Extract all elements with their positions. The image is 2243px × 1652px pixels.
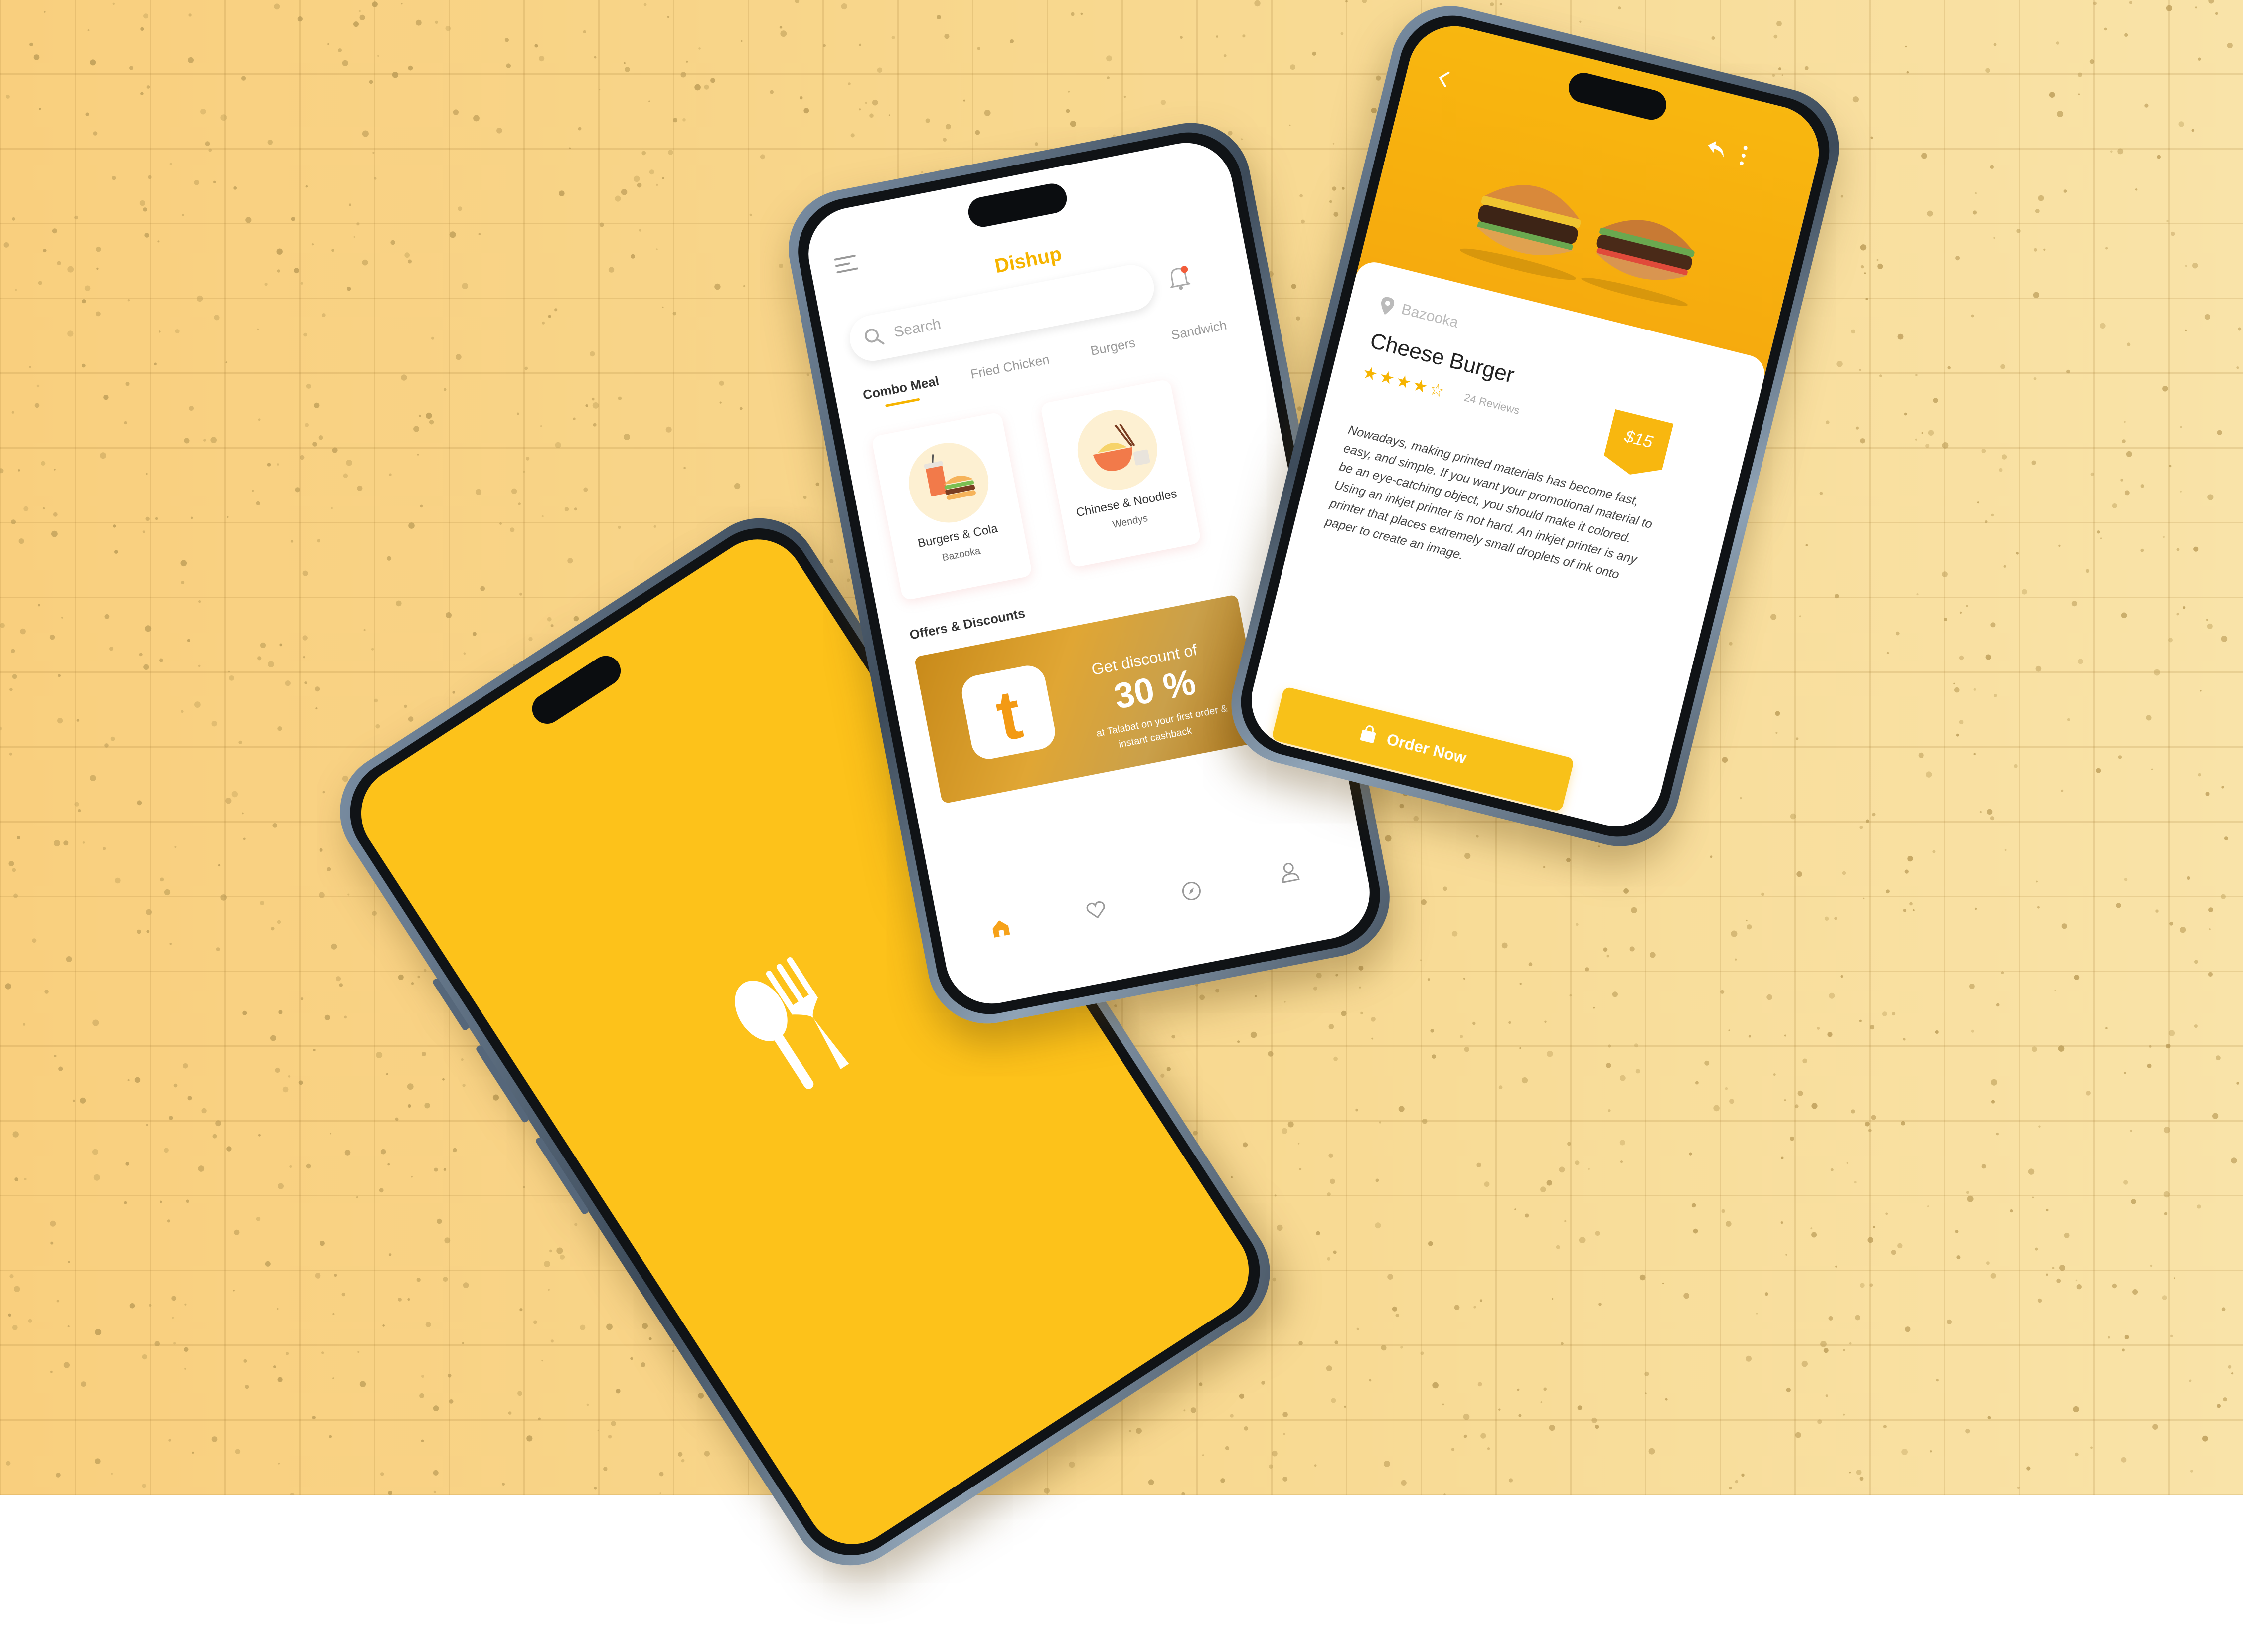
menu-icon[interactable] bbox=[834, 255, 858, 274]
reviews-count: 24 Reviews bbox=[1462, 391, 1521, 417]
shopping-bag-icon bbox=[1360, 725, 1376, 743]
search-icon bbox=[865, 329, 885, 345]
tab-burgers[interactable]: Burgers bbox=[1089, 335, 1136, 359]
price-badge: $15 bbox=[1601, 409, 1674, 482]
order-now-label: Order Now bbox=[1385, 730, 1468, 767]
burger-cola-illustration bbox=[902, 436, 995, 530]
profile-icon[interactable] bbox=[1277, 859, 1302, 885]
burger-image bbox=[1460, 185, 1695, 306]
home-icon[interactable] bbox=[988, 915, 1014, 941]
chinese-noodles-illustration bbox=[1071, 403, 1164, 497]
tab-fried-chicken[interactable]: Fried Chicken bbox=[969, 352, 1051, 382]
category-card[interactable]: Burgers & Cola Bazooka bbox=[871, 411, 1033, 601]
offers-section-title: Offers & Discounts bbox=[908, 605, 1027, 643]
search-placeholder: Search bbox=[892, 315, 943, 341]
talabat-logo: t bbox=[959, 662, 1058, 762]
category-card[interactable]: Chinese & Noodles Wendys bbox=[1040, 379, 1202, 568]
tab-sandwich[interactable]: Sandwich bbox=[1170, 318, 1228, 343]
spoon-fork-icon bbox=[735, 957, 849, 1089]
tab-combo-meal[interactable]: Combo Meal bbox=[862, 373, 941, 403]
active-tab-indicator bbox=[885, 398, 920, 407]
heart-icon[interactable] bbox=[1083, 897, 1109, 923]
restaurant-name: Bazooka bbox=[1399, 301, 1460, 331]
compass-icon[interactable] bbox=[1179, 878, 1205, 904]
notification-bell-icon[interactable] bbox=[1166, 264, 1192, 292]
location-pin-icon bbox=[1381, 297, 1395, 315]
